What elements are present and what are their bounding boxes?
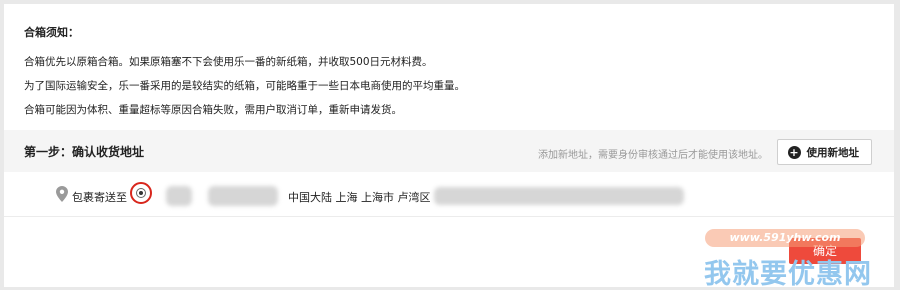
address-region-text: 中国大陆 上海 上海市 卢湾区	[288, 191, 431, 204]
redacted-phone	[208, 186, 278, 206]
address-radio[interactable]	[136, 188, 146, 198]
use-new-address-label: 使用新地址	[806, 146, 860, 159]
use-new-address-button[interactable]: + 使用新地址	[776, 139, 872, 165]
redacted-street	[434, 187, 684, 205]
ship-to-label: 包裹寄送至	[72, 191, 127, 204]
step-header-bar: 第一步：确认收货地址 添加新地址，需要身份审核通过后才能使用该地址。 + 使用新…	[4, 130, 894, 172]
notice-title: 合箱须知：	[24, 26, 79, 39]
redacted-name	[166, 186, 192, 206]
notice-line-2: 为了国际运输安全，乐一番采用的是较结实的纸箱，可能略重于一些日本电商使用的平均重…	[24, 80, 465, 92]
section-divider	[4, 216, 894, 217]
notice-line-1: 合箱优先以原箱合箱。如果原箱塞不下会使用乐一番的新纸箱，并收取500日元材料费。	[24, 56, 433, 68]
new-address-hint: 添加新地址，需要身份审核通过后才能使用该地址。	[538, 150, 768, 161]
step-title: 第一步：确认收货地址	[24, 145, 145, 159]
location-pin-icon	[56, 186, 68, 202]
merge-notice: 合箱须知： 合箱优先以原箱合箱。如果原箱塞不下会使用乐一番的新纸箱，并收取500…	[24, 24, 884, 122]
address-row: 包裹寄送至 中国大陆 上海 上海市 卢湾区	[56, 182, 876, 208]
plus-circle-icon: +	[787, 145, 801, 159]
notice-line-3: 合箱可能因为体积、重量超标等原因合箱失败，需用户取消订单，重新申请发货。	[24, 104, 402, 116]
watermark-url: www.591yhw.com	[705, 229, 865, 247]
watermark-text: 我就要优惠网	[704, 259, 872, 290]
